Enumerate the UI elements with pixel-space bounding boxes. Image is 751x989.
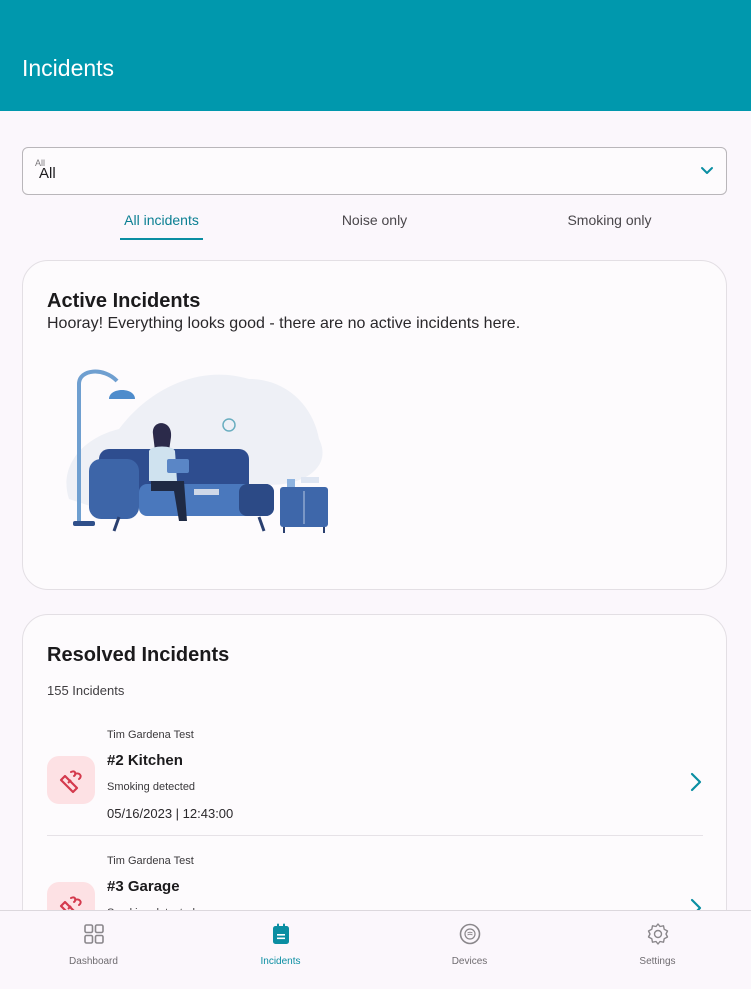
tab-all-incidents[interactable]: All incidents [100, 212, 223, 228]
incident-type-badge [47, 756, 95, 804]
page-title: Incidents [22, 55, 115, 81]
gear-icon [647, 923, 669, 945]
clipboard-icon [273, 923, 289, 944]
active-tab-indicator [120, 238, 203, 240]
list-divider [47, 835, 703, 836]
active-incidents-card: Active Incidents Hooray! Everything look… [22, 260, 727, 590]
no-incidents-message: Hooray! Everything looks good - there ar… [47, 315, 521, 332]
incident-device-name: #3 Garage [107, 878, 180, 895]
incident-status: Smoking detected [107, 781, 196, 793]
tab-noise-only[interactable]: Noise only [314, 212, 435, 228]
nav-label: Settings [639, 956, 676, 967]
nav-incidents[interactable]: Incidents [187, 911, 374, 989]
smoking-icon [59, 770, 82, 794]
app-bar: Incidents [0, 0, 751, 111]
tab-smoking-only[interactable]: Smoking only [549, 212, 670, 228]
woman-reading-illustration [66, 369, 328, 533]
nav-settings[interactable]: Settings [564, 911, 751, 989]
resolved-incidents-card: Resolved Incidents 155 Incidents Tim Gar… [22, 614, 727, 944]
chevron-right-icon [690, 772, 702, 792]
incident-type-tabs: All incidents Noise only Smoking only [22, 212, 727, 242]
nav-label: Devices [451, 956, 488, 967]
nav-devices[interactable]: Devices [376, 911, 563, 989]
grid-icon [84, 924, 104, 944]
active-incidents-title: Active Incidents [47, 290, 201, 312]
incident-organization: Tim Gardena Test [107, 729, 194, 741]
bottom-navigation: Dashboard Incidents Devices Settings [0, 910, 751, 989]
incident-count: 155 Incidents [47, 683, 125, 698]
location-filter-select[interactable]: All All [22, 147, 727, 195]
incident-device-name: #2 Kitchen [107, 752, 183, 769]
nav-dashboard[interactable]: Dashboard [0, 911, 187, 989]
nav-label: Incidents [260, 956, 301, 967]
nav-label: Dashboard [69, 956, 118, 967]
sensor-icon [459, 923, 481, 945]
incident-list-item[interactable]: Tim Gardena Test #2 Kitchen Smoking dete… [47, 727, 703, 851]
chevron-down-icon [701, 167, 713, 174]
incident-organization: Tim Gardena Test [107, 855, 194, 867]
select-value: All [39, 165, 56, 182]
resolved-incidents-title: Resolved Incidents [47, 644, 230, 666]
incident-timestamp: 05/16/2023 | 12:43:00 [107, 806, 234, 821]
